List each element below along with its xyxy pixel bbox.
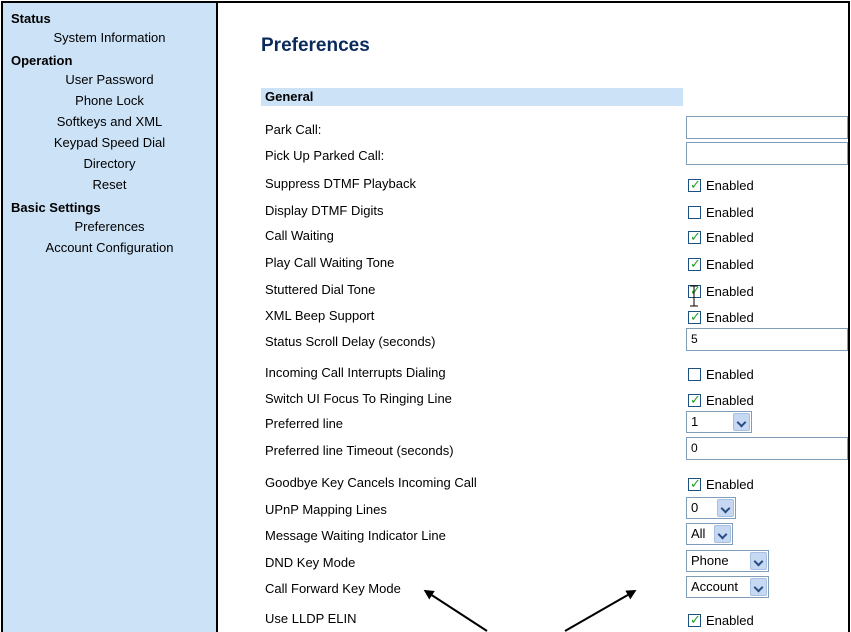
checkbox-label: Enabled xyxy=(706,230,754,245)
setting-label: Use LLDP ELIN xyxy=(265,611,357,626)
check-icon: ✓ xyxy=(690,612,701,627)
setting-label: Incoming Call Interrupts Dialing xyxy=(265,365,446,380)
sidebar-item-softkeys-and-xml[interactable]: Softkeys and XML xyxy=(3,114,216,129)
nav-section-basic-settings: Basic Settings xyxy=(11,200,101,215)
check-icon: ✓ xyxy=(690,177,701,192)
setting-label: Pick Up Parked Call: xyxy=(265,148,385,163)
preferred-line-select[interactable]: 1 xyxy=(686,411,752,433)
goodbye-key-cancels-incoming-call-checkbox[interactable]: ✓ xyxy=(688,476,701,491)
preferred-line-timeout-seconds-input[interactable]: 0 xyxy=(686,437,848,460)
checkbox-label: Enabled xyxy=(706,310,754,325)
setting-label: Switch UI Focus To Ringing Line xyxy=(265,391,452,406)
sidebar-item-account-configuration[interactable]: Account Configuration xyxy=(3,240,216,255)
sidebar-item-directory[interactable]: Directory xyxy=(3,156,216,171)
check-icon: ✓ xyxy=(690,229,701,244)
checkbox-label: Enabled xyxy=(706,477,754,492)
checkbox-label: Enabled xyxy=(706,613,754,628)
sidebar-item-keypad-speed-dial[interactable]: Keypad Speed Dial xyxy=(3,135,216,150)
setting-label: DND Key Mode xyxy=(265,555,356,570)
checkbox-label: Enabled xyxy=(706,205,754,220)
setting-label: Goodbye Key Cancels Incoming Call xyxy=(265,475,477,490)
incoming-call-interrupts-dialing-checkbox[interactable] xyxy=(688,368,701,381)
sidebar-item-phone-lock[interactable]: Phone Lock xyxy=(3,93,216,108)
setting-label: Preferred line xyxy=(265,416,344,431)
suppress-dtmf-playback-checkbox[interactable]: ✓ xyxy=(688,177,701,192)
setting-label: XML Beep Support xyxy=(265,308,375,323)
app-window: Status System Information Operation User Pa… xyxy=(1,1,850,632)
check-icon: ✓ xyxy=(690,283,701,298)
check-icon: ✓ xyxy=(690,256,701,271)
setting-label: UPnP Mapping Lines xyxy=(265,502,387,517)
select-value: 0 xyxy=(691,500,699,515)
sidebar-item-user-password[interactable]: User Password xyxy=(3,72,216,87)
status-scroll-delay-seconds-input[interactable]: 5 xyxy=(686,328,848,351)
switch-ui-focus-to-ringing-line-checkbox[interactable]: ✓ xyxy=(688,392,701,407)
setting-label: Suppress DTMF Playback xyxy=(265,176,416,191)
checkbox-label: Enabled xyxy=(706,393,754,408)
call-forward-key-mode-select[interactable]: Account xyxy=(686,576,769,598)
page-title: Preferences xyxy=(261,35,370,56)
select-value: Account xyxy=(691,579,738,594)
upnp-mapping-lines-select[interactable]: 0 xyxy=(686,497,736,519)
stuttered-dial-tone-checkbox[interactable]: ✓ xyxy=(688,283,701,298)
setting-label: Play Call Waiting Tone xyxy=(265,255,395,270)
sidebar-item-system-information[interactable]: System Information xyxy=(3,30,216,45)
checkbox-label: Enabled xyxy=(706,178,754,193)
setting-label: Call Forward Key Mode xyxy=(265,581,401,596)
xml-beep-support-checkbox[interactable]: ✓ xyxy=(688,309,701,324)
nav-section-operation: Operation xyxy=(11,53,73,68)
chevron-down-icon[interactable] xyxy=(750,552,767,570)
park-call-input[interactable] xyxy=(686,116,848,139)
checkbox-label: Enabled xyxy=(706,367,754,382)
call-waiting-checkbox[interactable]: ✓ xyxy=(688,229,701,244)
display-dtmf-digits-checkbox[interactable] xyxy=(688,206,701,219)
checkbox-label: Enabled xyxy=(706,284,754,299)
sidebar-item-preferences[interactable]: Preferences xyxy=(3,219,216,234)
setting-label: Status Scroll Delay (seconds) xyxy=(265,334,436,349)
sidebar-nav: Status System Information Operation User Pa… xyxy=(3,3,218,632)
setting-label: Display DTMF Digits xyxy=(265,203,384,218)
setting-label: Park Call: xyxy=(265,122,322,137)
use-lldp-elin-checkbox[interactable]: ✓ xyxy=(688,612,701,627)
check-icon: ✓ xyxy=(690,309,701,324)
dnd-key-mode-select[interactable]: Phone xyxy=(686,550,769,572)
select-value: 1 xyxy=(691,414,699,429)
setting-label: Call Waiting xyxy=(265,228,334,243)
select-value: Phone xyxy=(691,553,729,568)
nav-section-status: Status xyxy=(11,11,51,26)
chevron-down-icon[interactable] xyxy=(733,413,750,431)
select-value: All xyxy=(691,526,706,541)
chevron-down-icon[interactable] xyxy=(750,578,767,596)
sidebar-item-reset[interactable]: Reset xyxy=(3,177,216,192)
chevron-down-icon[interactable] xyxy=(717,499,734,517)
checkbox-label: Enabled xyxy=(706,257,754,272)
setting-label: Stuttered Dial Tone xyxy=(265,282,376,297)
play-call-waiting-tone-checkbox[interactable]: ✓ xyxy=(688,256,701,271)
check-icon: ✓ xyxy=(690,476,701,491)
message-waiting-indicator-line-select[interactable]: All xyxy=(686,523,733,545)
section-header-general: General xyxy=(261,88,683,106)
setting-label: Preferred line Timeout (seconds) xyxy=(265,443,454,458)
pick-up-parked-call-input[interactable] xyxy=(686,142,848,165)
check-icon: ✓ xyxy=(690,392,701,407)
setting-label: Message Waiting Indicator Line xyxy=(265,528,446,543)
chevron-down-icon[interactable] xyxy=(714,525,731,543)
main-panel: Preferences General Park Call: Pick Up Pa… xyxy=(220,3,848,632)
